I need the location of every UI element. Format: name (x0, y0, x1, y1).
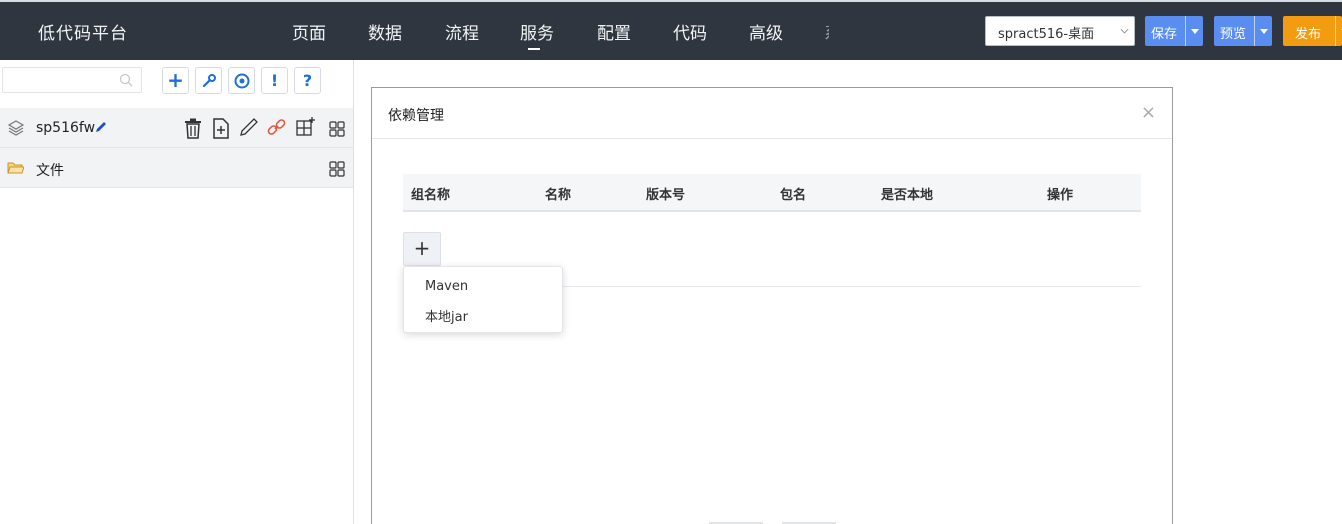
preview-button[interactable]: 预览 (1214, 16, 1254, 46)
dependency-modal: 依赖管理 × 组名称 名称 版本号 包名 是否本地 操作 + Maven 本地j… (372, 88, 1172, 524)
nav-item-flow[interactable]: 流程 (445, 19, 479, 44)
exclamation-icon: ! (270, 71, 279, 90)
tree-item-project[interactable]: sp516fw (0, 108, 353, 148)
question-icon: ? (302, 71, 313, 90)
add-dependency-button[interactable]: + (403, 232, 441, 266)
help-button[interactable]: ? (294, 67, 321, 94)
save-button[interactable]: 保存 (1145, 16, 1185, 46)
layers-icon (7, 120, 25, 136)
modal-title: 依赖管理 (388, 108, 444, 124)
settings-button[interactable] (195, 67, 222, 94)
dependency-table-header: 组名称 名称 版本号 包名 是否本地 操作 (403, 174, 1141, 212)
menu-item-maven[interactable]: Maven (425, 279, 468, 294)
grid-icon[interactable] (329, 121, 345, 137)
top-bar: 低代码平台 页面 数据 流程 服务 配置 代码 高级 系 spract516-桌… (0, 0, 1342, 60)
tree-item-files[interactable]: 文件 (0, 148, 353, 188)
nav-item-service-label: 服务 (520, 24, 554, 44)
column-header-package: 包名 (780, 188, 807, 203)
modal-header: 依赖管理 × (372, 88, 1172, 139)
active-tab-indicator (528, 48, 540, 50)
app-title: 低代码平台 (38, 24, 128, 44)
grid-icon[interactable] (329, 161, 345, 177)
nav-item-system[interactable]: 系 (824, 19, 829, 44)
chevron-down-icon (1120, 25, 1129, 34)
trash-icon[interactable] (184, 118, 202, 139)
search-icon (119, 73, 133, 87)
folder-icon (7, 162, 24, 174)
tree-item-label: sp516fw (36, 120, 96, 136)
target-icon (234, 73, 249, 89)
preview-split-button: 预览 (1214, 16, 1272, 46)
publish-dropdown-icon[interactable] (1335, 16, 1342, 46)
nav-item-pages[interactable]: 页面 (292, 19, 326, 44)
column-header-version: 版本号 (646, 188, 686, 203)
project-select-value: spract516-桌面 (998, 27, 1095, 42)
nav-item-code[interactable]: 代码 (673, 19, 707, 44)
add-grid-icon[interactable] (295, 117, 316, 138)
add-node-button[interactable]: + (162, 67, 189, 94)
search-input[interactable] (2, 67, 142, 93)
nav-item-advanced[interactable]: 高级 (749, 19, 783, 44)
sidebar: + ! ? sp516fw 文件 (0, 60, 354, 524)
publish-split-button: 发布 (1283, 16, 1342, 46)
tree-item-label: 文件 (36, 163, 64, 179)
nav-item-data[interactable]: 数据 (368, 19, 402, 44)
column-header-actions: 操作 (1047, 188, 1074, 203)
save-split-button: 保存 (1145, 16, 1203, 46)
link-icon[interactable] (266, 117, 287, 138)
publish-button[interactable]: 发布 (1283, 16, 1335, 46)
edit-icon[interactable] (238, 117, 259, 138)
column-header-name: 名称 (545, 188, 572, 203)
target-button[interactable] (228, 67, 255, 94)
plus-icon: + (167, 68, 184, 92)
preview-dropdown-icon[interactable] (1254, 16, 1272, 46)
nav-item-service[interactable]: 服务 (520, 19, 554, 50)
add-dependency-menu: Maven 本地jar (403, 266, 563, 333)
add-file-icon[interactable] (212, 118, 230, 139)
close-icon[interactable]: × (1141, 102, 1156, 123)
column-header-is-local: 是否本地 (881, 188, 934, 203)
nav-item-config[interactable]: 配置 (597, 19, 631, 44)
pencil-icon[interactable] (94, 120, 108, 134)
warning-button[interactable]: ! (261, 67, 288, 94)
wrench-icon (202, 74, 216, 88)
save-dropdown-icon[interactable] (1185, 16, 1203, 46)
menu-item-local-jar[interactable]: 本地jar (425, 306, 468, 325)
project-select[interactable]: spract516-桌面 (985, 16, 1135, 46)
column-header-group: 组名称 (411, 188, 451, 203)
